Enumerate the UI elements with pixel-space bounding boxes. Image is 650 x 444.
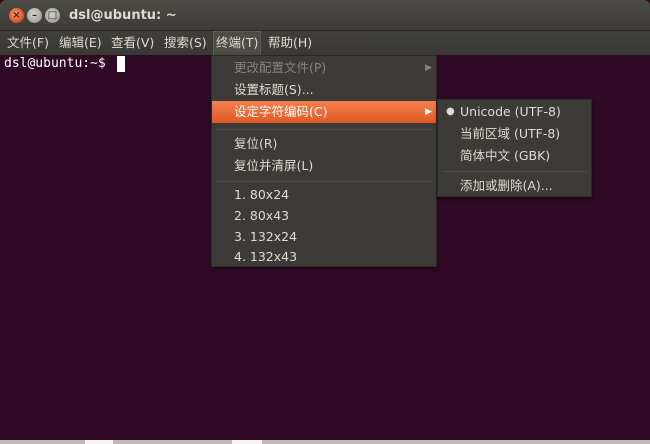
menu-item-reset[interactable]: 复位(R) <box>212 133 436 155</box>
menu-item-reset-clear[interactable]: 复位并清屏(L) <box>212 155 436 177</box>
close-window-button[interactable]: × <box>9 8 24 23</box>
menu-item-label: 1. 80x24 <box>234 187 290 202</box>
submenu-arrow-icon: ▶ <box>425 107 432 117</box>
menu-item-size-132x43[interactable]: 4. 132x43 <box>212 246 436 268</box>
menu-separator <box>442 171 587 172</box>
menu-item-label: 设定字符编码(C) <box>234 104 328 119</box>
title-bar[interactable]: × – □ dsl@ubuntu: ~ <box>0 0 650 31</box>
menu-edit[interactable]: 编辑(E) <box>57 31 104 55</box>
selected-radio-icon: ● <box>446 106 455 117</box>
menu-item-label: 复位(R) <box>234 136 278 151</box>
menu-item-label: Unicode (UTF-8) <box>460 104 561 119</box>
terminal-menu: 更改配置文件(P) ▶ 设置标题(S)... 设定字符编码(C) ▶ 复位(R)… <box>211 55 437 267</box>
menu-file[interactable]: 文件(F) <box>5 31 51 55</box>
window-title: dsl@ubuntu: ~ <box>69 8 177 23</box>
menu-item-label: 3. 132x24 <box>234 229 298 244</box>
menu-item-label: 当前区域 (UTF-8) <box>460 126 561 141</box>
menu-item-size-132x24[interactable]: 3. 132x24 <box>212 226 436 248</box>
menu-help[interactable]: 帮助(H) <box>266 31 314 55</box>
menu-item-set-encoding[interactable]: 设定字符编码(C) ▶ <box>212 101 436 123</box>
menu-item-label: 添加或删除(A)... <box>460 178 553 193</box>
menu-item-gbk[interactable]: 简体中文 (GBK) <box>438 145 591 167</box>
menu-item-unicode-utf8[interactable]: ● Unicode (UTF-8) <box>438 101 591 123</box>
menu-bar: 文件(F) 编辑(E) 查看(V) 搜索(S) 终端(T) 帮助(H) <box>0 31 650 55</box>
maximize-window-button[interactable]: □ <box>45 8 60 23</box>
text-cursor <box>117 56 125 72</box>
menu-item-locale-utf8[interactable]: 当前区域 (UTF-8) <box>438 123 591 145</box>
menu-separator <box>216 181 432 182</box>
menu-view[interactable]: 查看(V) <box>109 31 156 55</box>
shell-prompt: dsl@ubuntu:~$ <box>4 56 106 71</box>
bottom-highlight <box>85 440 113 444</box>
bottom-highlight <box>232 440 262 444</box>
menu-item-label: 2. 80x43 <box>234 208 290 223</box>
menu-item-add-remove[interactable]: 添加或删除(A)... <box>438 175 591 197</box>
menu-separator <box>216 129 432 130</box>
menu-item-label: 4. 132x43 <box>234 249 298 264</box>
menu-item-label: 更改配置文件(P) <box>234 60 327 75</box>
submenu-arrow-icon: ▶ <box>425 63 432 73</box>
menu-item-label: 简体中文 (GBK) <box>460 148 551 163</box>
menu-search[interactable]: 搜索(S) <box>162 31 209 55</box>
encoding-submenu: ● Unicode (UTF-8) 当前区域 (UTF-8) 简体中文 (GBK… <box>437 99 592 197</box>
minimize-window-button[interactable]: – <box>27 8 42 23</box>
menu-item-label: 复位并清屏(L) <box>234 158 314 173</box>
menu-terminal[interactable]: 终端(T) <box>213 31 262 55</box>
menu-item-label: 设置标题(S)... <box>234 82 314 97</box>
menu-item-size-80x24[interactable]: 1. 80x24 <box>212 184 436 206</box>
menu-item-set-title[interactable]: 设置标题(S)... <box>212 79 436 101</box>
terminal-window: × – □ dsl@ubuntu: ~ 文件(F) 编辑(E) 查看(V) 搜索… <box>0 0 650 444</box>
menu-item-change-profile: 更改配置文件(P) ▶ <box>212 57 436 79</box>
menu-item-size-80x43[interactable]: 2. 80x43 <box>212 205 436 227</box>
